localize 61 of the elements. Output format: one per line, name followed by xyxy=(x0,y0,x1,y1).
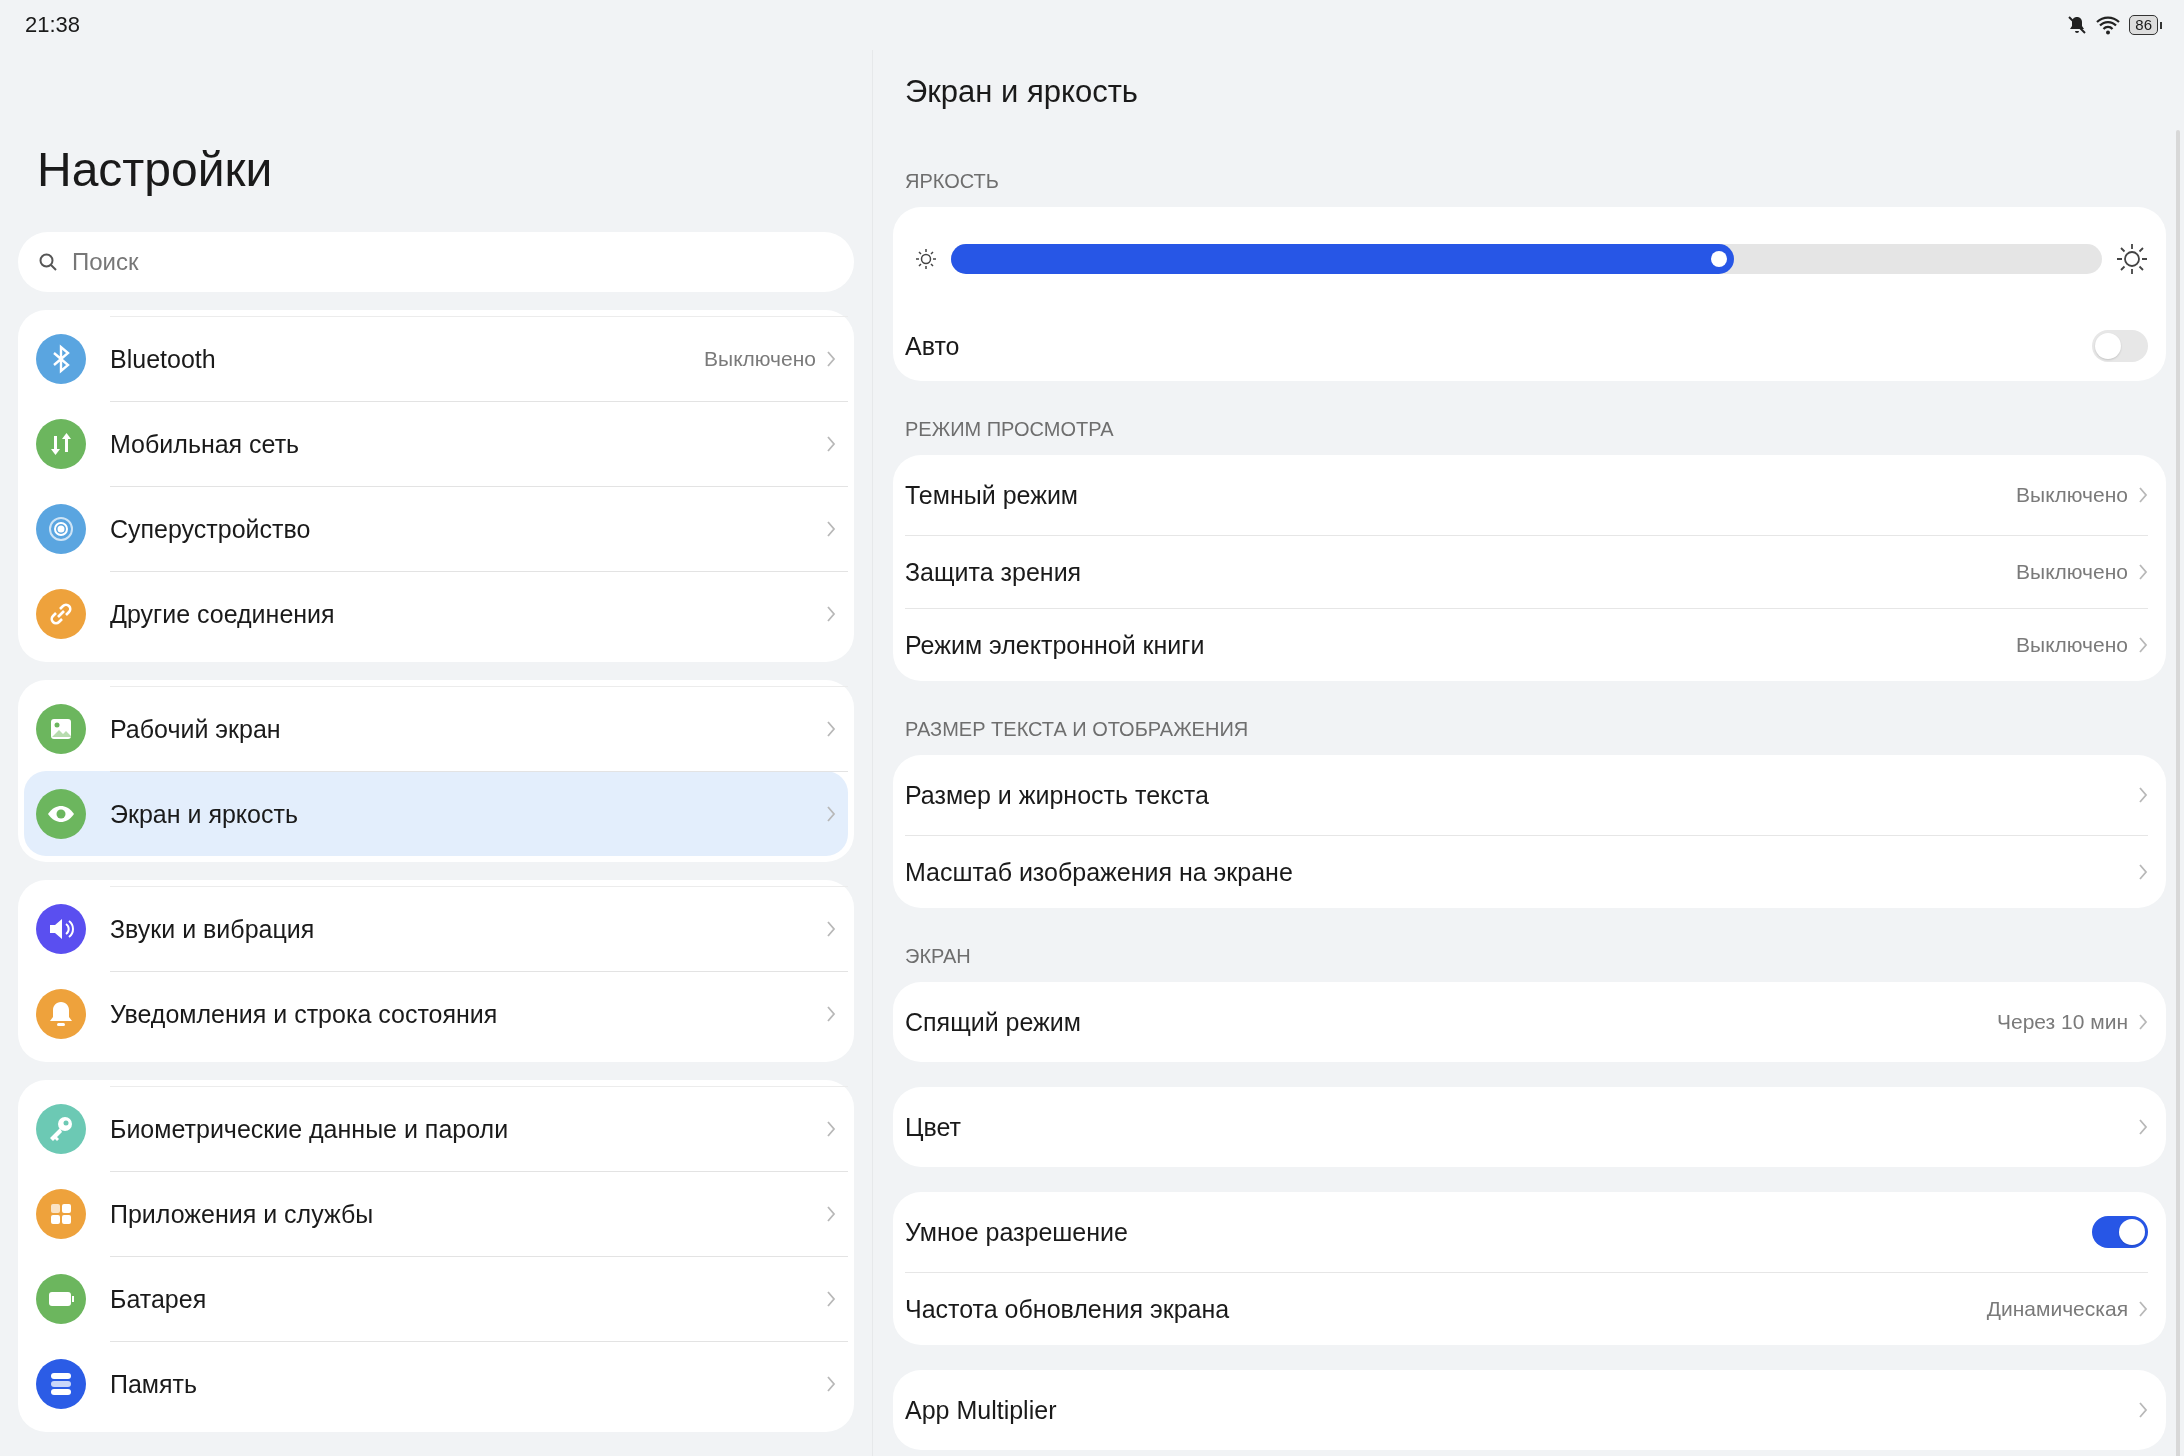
section-header: РАЗМЕР ТЕКСТА И ОТОБРАЖЕНИЯ xyxy=(905,718,1250,741)
chevron-icon xyxy=(826,520,836,538)
status-time: 21:38 xyxy=(25,12,81,38)
chevron-icon xyxy=(826,435,836,453)
setting-label: Авто xyxy=(905,331,961,361)
toggle-switch[interactable] xyxy=(2092,1216,2148,1248)
chevron-icon xyxy=(826,920,836,938)
search-icon xyxy=(38,252,58,272)
settings-item[interactable]: Суперустройство xyxy=(24,486,848,571)
toggle-switch[interactable] xyxy=(2092,330,2148,362)
settings-item[interactable]: Bluetooth Выключено xyxy=(24,316,848,401)
page-title: Экран и яркость xyxy=(905,73,1139,111)
settings-row[interactable]: Частота обновления экрана Динамическая xyxy=(905,1272,2148,1345)
search-field[interactable]: Поиск xyxy=(18,232,854,292)
dim-sun-icon xyxy=(915,248,937,270)
chevron-icon xyxy=(826,1205,836,1223)
chevron-icon xyxy=(2138,786,2148,804)
chevron-icon xyxy=(826,1120,836,1138)
chevron-icon xyxy=(826,720,836,738)
settings-item[interactable]: Звуки и вибрация xyxy=(24,886,848,971)
settings-row[interactable]: Темный режим Выключено xyxy=(905,455,2148,535)
settings-item[interactable]: Приложения и службы xyxy=(24,1171,848,1256)
settings-row[interactable]: Размер и жирность текста xyxy=(905,755,2148,835)
settings-row[interactable]: Защита зрения Выключено xyxy=(905,535,2148,608)
settings-item[interactable]: Другие соединения xyxy=(24,571,848,656)
settings-row[interactable]: Цвет xyxy=(905,1087,2148,1167)
settings-row[interactable]: Режим электронной книги Выключено xyxy=(905,608,2148,681)
settings-row[interactable]: Спящий режим Через 10 мин xyxy=(905,982,2148,1062)
chevron-icon xyxy=(2138,563,2148,581)
chevron-icon xyxy=(826,1375,836,1393)
settings-item[interactable]: Биометрические данные и пароли xyxy=(24,1086,848,1171)
chevron-icon xyxy=(826,605,836,623)
chevron-icon xyxy=(826,1290,836,1308)
section-header: ЭКРАН xyxy=(905,945,972,968)
settings-item[interactable]: Мобильная сеть xyxy=(24,401,848,486)
brightness-slider[interactable] xyxy=(951,244,2102,274)
chevron-icon xyxy=(826,805,836,823)
chevron-icon xyxy=(2138,636,2148,654)
chevron-icon xyxy=(826,1005,836,1023)
muted-bell-icon xyxy=(2067,15,2088,35)
chevron-icon xyxy=(2138,1013,2148,1031)
chevron-icon xyxy=(2138,486,2148,504)
chevron-icon xyxy=(2138,863,2148,881)
section-header: РЕЖИМ ПРОСМОТРА xyxy=(905,418,1115,441)
chevron-icon xyxy=(2138,1401,2148,1419)
bright-sun-icon xyxy=(2116,243,2148,275)
wifi-icon xyxy=(2095,15,2122,35)
settings-row[interactable]: Масштаб изображения на экране xyxy=(905,835,2148,908)
settings-item[interactable]: Экран и яркость xyxy=(24,771,848,856)
chevron-icon xyxy=(826,350,836,368)
chevron-icon xyxy=(2138,1300,2148,1318)
settings-item[interactable]: Рабочий экран xyxy=(24,686,848,771)
settings-item[interactable]: Память xyxy=(24,1341,848,1426)
section-header: ЯРКОСТЬ xyxy=(905,170,1000,193)
settings-item[interactable]: Батарея xyxy=(24,1256,848,1341)
setting-label: Умное разрешение xyxy=(905,1217,1129,1247)
settings-row[interactable]: App Multiplier xyxy=(905,1370,2148,1450)
chevron-icon xyxy=(2138,1118,2148,1136)
settings-title: Настройки xyxy=(37,142,274,198)
settings-item[interactable]: Уведомления и строка состояния xyxy=(24,971,848,1056)
search-input[interactable]: Поиск xyxy=(70,247,834,277)
